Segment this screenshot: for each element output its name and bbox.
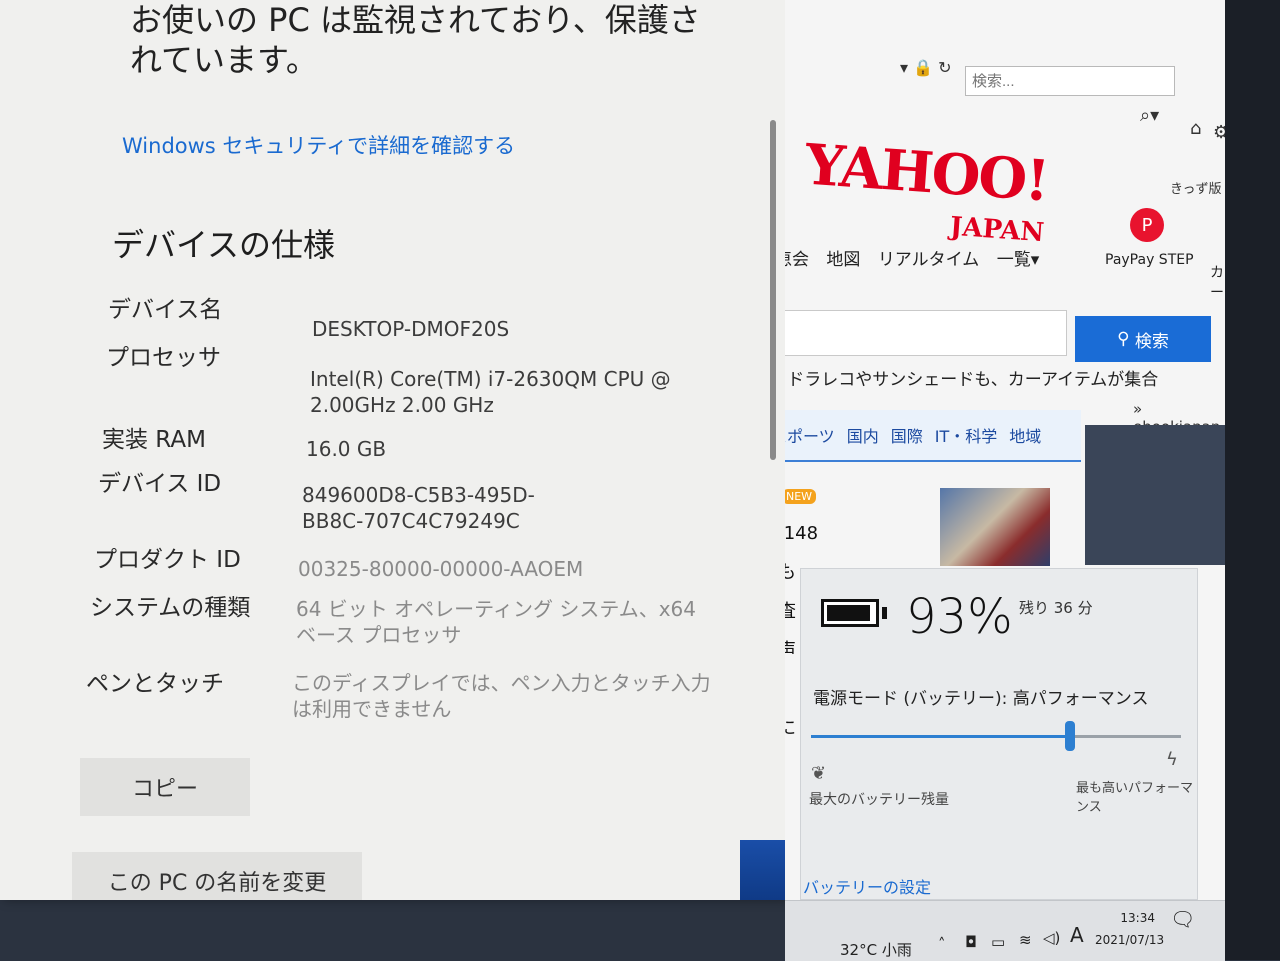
rename-pc-button[interactable]: この PC の名前を変更 xyxy=(72,852,362,900)
spec-label: プロセッサ xyxy=(106,345,221,371)
battery-flyout: 93% 残り 36 分 電源モード (バッテリー): 高パフォーマンス ❦ ϟ … xyxy=(800,568,1198,900)
device-spec-title: デバイスの仕様 xyxy=(112,226,336,264)
nav-link[interactable]: リアルタイム xyxy=(878,250,980,270)
clock-date: 2021/07/13 xyxy=(1095,933,1165,947)
slider-min-label: 最大のバッテリー残量 xyxy=(809,792,949,808)
meet-now-icon[interactable]: ◘ xyxy=(965,933,977,951)
battery-tip xyxy=(882,607,887,619)
bolt-icon: ϟ xyxy=(1166,749,1178,770)
battery-percent: 93% xyxy=(906,589,1013,645)
copy-button[interactable]: コピー xyxy=(80,758,250,816)
paypay-label[interactable]: PayPay STEP xyxy=(1105,252,1194,268)
spec-value: 00325-80000-00000-AAOEM xyxy=(298,557,584,581)
paypay-icon[interactable]: P xyxy=(1130,208,1164,242)
search-button-label: 検索 xyxy=(1134,331,1169,352)
battery-tray-icon[interactable]: ▭ xyxy=(991,933,1005,951)
background-strip xyxy=(740,840,785,900)
page-background xyxy=(1085,425,1225,565)
spec-value: 849600D8-C5B3-495D-BB8C-707C4C79249C xyxy=(302,483,535,533)
settings-about-window: お使いの PC は監視されており、保護されています。 Windows セキュリテ… xyxy=(0,0,785,900)
spec-label: デバイス名 xyxy=(108,297,223,323)
slider-fill xyxy=(811,735,1070,738)
address-bar-controls[interactable]: ▾ 🔒 ↻ xyxy=(900,58,960,82)
car-link[interactable]: カー xyxy=(1210,262,1225,302)
spec-value: DESKTOP-DMOF20S xyxy=(312,317,510,341)
windows-security-link[interactable]: Windows セキュリティで詳細を確認する xyxy=(122,130,515,160)
ime-indicator[interactable]: A xyxy=(1070,923,1084,947)
new-badge: NEW xyxy=(785,489,817,504)
news-photo[interactable] xyxy=(940,488,1050,566)
tab-it-science[interactable]: IT・科学 xyxy=(935,423,998,447)
spec-value: 64 ビット オペレーティング システム、x64 ベース プロセッサ xyxy=(296,597,697,647)
gear-icon[interactable]: ⚙ xyxy=(1213,122,1225,143)
spec-label: プロダクト ID xyxy=(94,547,241,573)
topic-tabs: スポーツ 国内 国際 IT・科学 地域 xyxy=(785,410,1081,462)
battery-remaining: 残り 36 分 xyxy=(1019,599,1093,617)
kids-link[interactable]: きっず版 xyxy=(1170,178,1221,197)
taskbar: 32°C 小雨 ˄ ◘ ▭ ≋ ◁) A 13:34 2021/07/13 🗨 xyxy=(785,900,1225,961)
spec-label: ペンとタッチ xyxy=(86,671,224,697)
list-item[interactable]: ）NEW xyxy=(785,480,818,519)
battery-icon xyxy=(821,599,879,627)
tab-sports[interactable]: スポーツ xyxy=(785,423,835,447)
nav-link[interactable]: 恵会 xyxy=(785,250,809,270)
search-icon[interactable]: ⌕▾ xyxy=(1140,105,1159,126)
slider-thumb[interactable] xyxy=(1065,721,1075,751)
tab-local[interactable]: 地域 xyxy=(1009,423,1041,447)
tab-domestic[interactable]: 国内 xyxy=(847,423,879,447)
yahoo-logo-sub: JAPAN xyxy=(949,211,1046,249)
spec-value: Intel(R) Core(TM) i7-2630QM CPU @ 2.00GH… xyxy=(310,367,671,417)
wifi-icon[interactable]: ≋ xyxy=(1019,931,1032,949)
battery-level-fill xyxy=(827,605,870,621)
battery-settings-link[interactable]: バッテリーの設定 xyxy=(803,874,931,898)
home-icon[interactable]: ⌂ xyxy=(1190,118,1201,139)
spec-label: デバイス ID xyxy=(98,471,222,497)
slider-max-label: 最も高いパフォーマンス xyxy=(1076,781,1194,815)
search-icon: ⚲ xyxy=(1117,329,1135,349)
promo-label: ドラレコやサンシェードも、カーアイテムが集合 xyxy=(787,370,1159,390)
chevron-up-icon[interactable]: ˄ xyxy=(938,935,946,953)
leaf-icon: ❦ xyxy=(811,763,827,784)
monitor-bezel xyxy=(1225,0,1280,960)
list-item[interactable]: け 148 xyxy=(785,519,818,558)
nav-link[interactable]: 一覧▾ xyxy=(997,250,1040,270)
yahoo-search-button[interactable]: ⚲ 検索 xyxy=(1075,316,1211,362)
spec-value: このディスプレイでは、ペン入力とタッチ入力は利用できません xyxy=(292,671,711,721)
yahoo-search-input[interactable] xyxy=(785,310,1067,356)
clock-time: 13:34 xyxy=(1120,911,1155,925)
scrollbar-thumb[interactable] xyxy=(770,120,776,460)
weather-widget[interactable]: 32°C 小雨 xyxy=(840,939,912,960)
spec-value: 16.0 GB xyxy=(306,437,387,461)
promo-text[interactable]: › ドラレコやサンシェードも、カーアイテムが集合 xyxy=(785,365,1158,390)
notification-icon[interactable]: 🗨 xyxy=(1170,907,1195,931)
yahoo-nav: 恵会 地図 リアルタイム 一覧▾ xyxy=(785,245,1051,270)
power-mode-label: 電源モード (バッテリー): 高パフォーマンス xyxy=(813,689,1149,709)
nav-link[interactable]: 地図 xyxy=(826,250,860,270)
spec-label: システムの種類 xyxy=(90,595,251,621)
clock[interactable]: 13:34 2021/07/13 xyxy=(1095,907,1165,951)
tab-international[interactable]: 国際 xyxy=(891,423,923,447)
yahoo-logo[interactable]: YAHOO! xyxy=(803,132,1050,215)
speaker-icon[interactable]: ◁) xyxy=(1043,929,1060,947)
spec-label: 実装 RAM xyxy=(102,427,206,453)
security-status-heading: お使いの PC は監視されており、保護されています。 xyxy=(130,1,701,79)
power-mode-slider[interactable] xyxy=(811,721,1181,751)
browser-search-input[interactable] xyxy=(965,66,1175,96)
